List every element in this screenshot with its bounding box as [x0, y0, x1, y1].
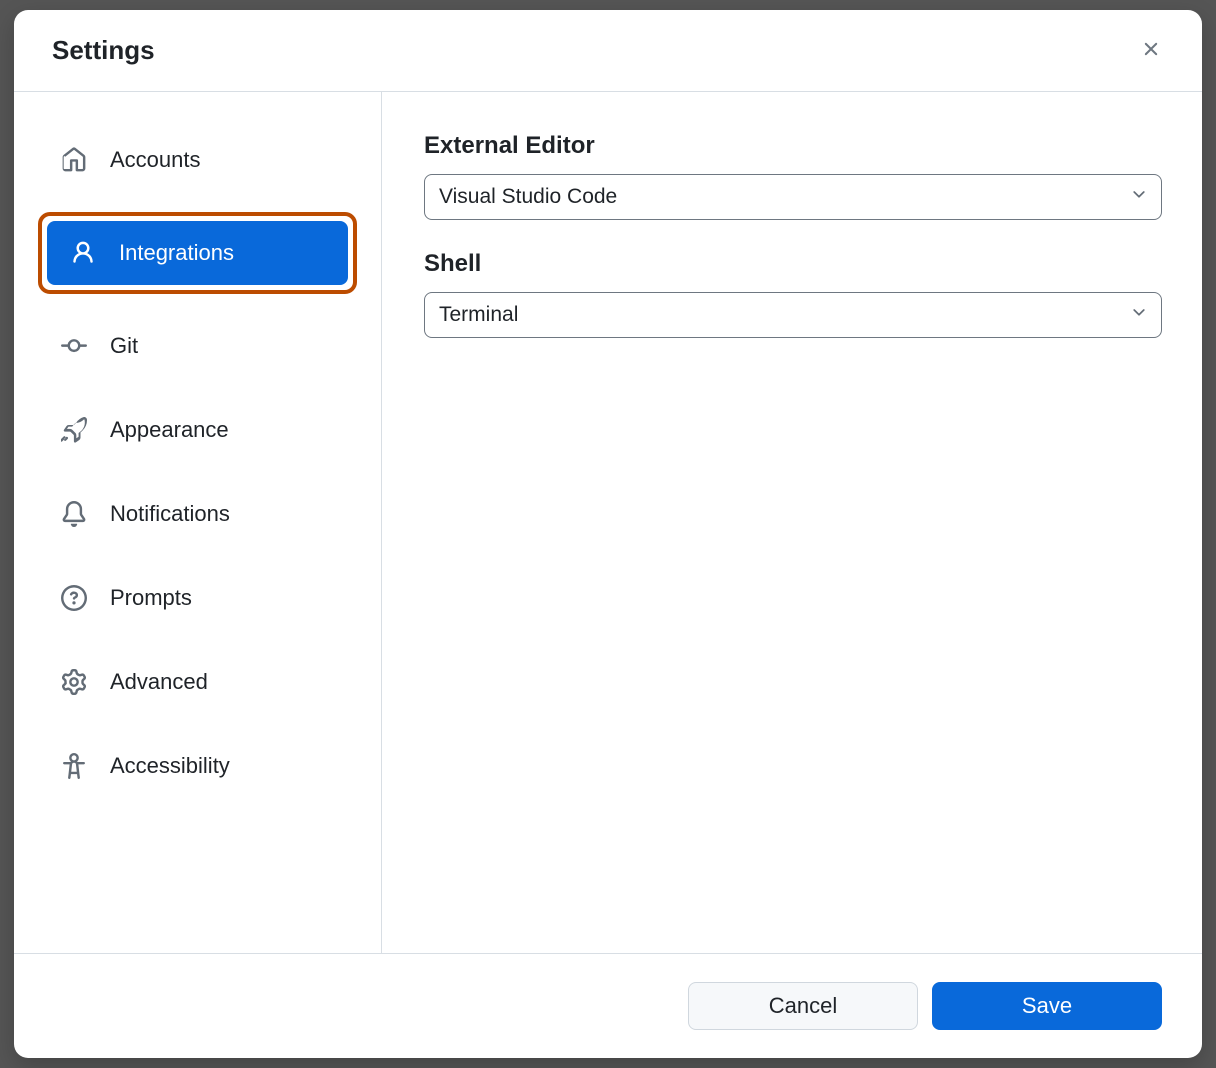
sidebar-item-accounts[interactable]: Accounts [38, 128, 357, 192]
modal-title: Settings [52, 35, 155, 66]
sidebar-highlight: Integrations [38, 212, 357, 294]
shell-select[interactable]: Terminal [424, 292, 1162, 338]
external-editor-label: External Editor [424, 132, 1162, 160]
sidebar-item-accessibility[interactable]: Accessibility [38, 734, 357, 798]
settings-modal: Settings Accounts Integrations [14, 10, 1202, 1058]
external-editor-group: External Editor Visual Studio Code [424, 132, 1162, 220]
sidebar-item-label: Git [110, 333, 138, 359]
git-commit-icon [60, 332, 88, 360]
close-button[interactable] [1134, 32, 1168, 69]
sidebar-item-git[interactable]: Git [38, 314, 357, 378]
person-icon [69, 239, 97, 267]
sidebar-item-integrations[interactable]: Integrations [47, 221, 348, 285]
shell-select-wrap: Terminal [424, 292, 1162, 338]
close-icon [1140, 38, 1162, 63]
sidebar-item-advanced[interactable]: Advanced [38, 650, 357, 714]
sidebar-item-label: Integrations [119, 240, 234, 266]
gear-icon [60, 668, 88, 696]
sidebar-item-label: Accounts [110, 147, 201, 173]
modal-body: Accounts Integrations Git [14, 92, 1202, 953]
shell-group: Shell Terminal [424, 250, 1162, 338]
modal-header: Settings [14, 10, 1202, 92]
shell-label: Shell [424, 250, 1162, 278]
sidebar-item-label: Notifications [110, 501, 230, 527]
sidebar-item-label: Advanced [110, 669, 208, 695]
question-icon [60, 584, 88, 612]
paintbrush-icon [60, 416, 88, 444]
cancel-button[interactable]: Cancel [688, 982, 918, 1030]
settings-content: External Editor Visual Studio Code Shell… [382, 92, 1202, 953]
sidebar-item-label: Accessibility [110, 753, 230, 779]
sidebar-item-label: Appearance [110, 417, 229, 443]
external-editor-select[interactable]: Visual Studio Code [424, 174, 1162, 220]
home-icon [60, 146, 88, 174]
sidebar-item-appearance[interactable]: Appearance [38, 398, 357, 462]
sidebar-item-label: Prompts [110, 585, 192, 611]
sidebar-item-prompts[interactable]: Prompts [38, 566, 357, 630]
sidebar-item-notifications[interactable]: Notifications [38, 482, 357, 546]
modal-footer: Cancel Save [14, 953, 1202, 1058]
settings-sidebar: Accounts Integrations Git [14, 92, 382, 953]
external-editor-select-wrap: Visual Studio Code [424, 174, 1162, 220]
save-button[interactable]: Save [932, 982, 1162, 1030]
bell-icon [60, 500, 88, 528]
accessibility-icon [60, 752, 88, 780]
